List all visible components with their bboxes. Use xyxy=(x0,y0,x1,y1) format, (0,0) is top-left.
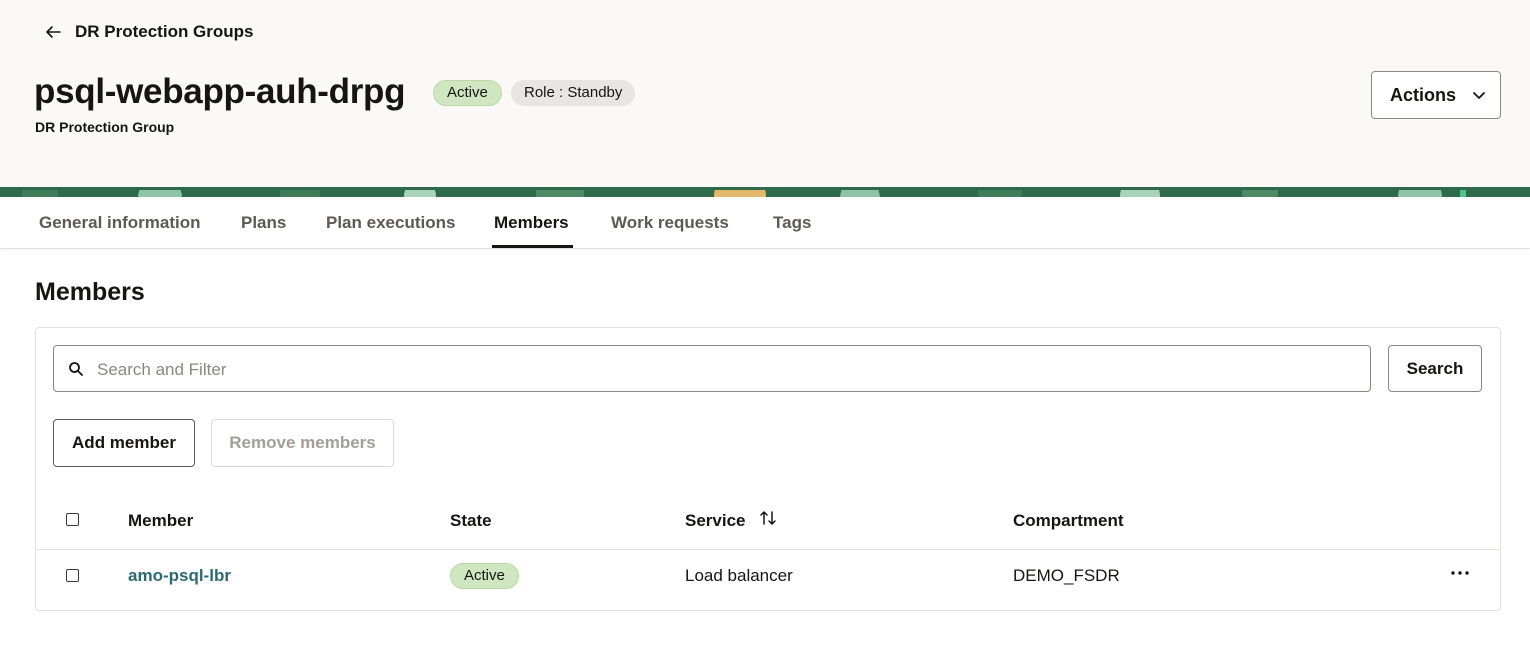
add-member-button[interactable]: Add member xyxy=(53,419,195,467)
state-badge: Active xyxy=(450,563,519,589)
select-all-checkbox[interactable] xyxy=(66,513,79,526)
back-link-label: DR Protection Groups xyxy=(75,22,254,41)
compartment-cell: DEMO_FSDR xyxy=(1013,566,1120,585)
active-tab-indicator xyxy=(492,245,573,248)
sort-icon[interactable] xyxy=(759,509,777,527)
row-checkbox[interactable] xyxy=(66,569,79,582)
tab-bar: General information Plans Plan execution… xyxy=(0,197,1530,249)
page-subtitle: DR Protection Group xyxy=(35,119,175,135)
decorative-banner xyxy=(0,187,1530,197)
tab-tags[interactable]: Tags xyxy=(773,213,811,233)
remove-members-button: Remove members xyxy=(211,419,394,467)
banner-pattern xyxy=(0,187,1530,197)
search-button[interactable]: Search xyxy=(1388,345,1482,392)
tab-plan-executions[interactable]: Plan executions xyxy=(326,213,455,233)
tab-general-information[interactable]: General information xyxy=(39,213,201,233)
search-placeholder: Search and Filter xyxy=(97,360,227,379)
column-header-state: State xyxy=(450,511,492,530)
page-header: DR Protection Groups psql-webapp-auh-drp… xyxy=(0,0,1530,187)
actions-button[interactable]: Actions xyxy=(1371,71,1501,119)
column-header-compartment: Compartment xyxy=(1013,511,1124,530)
search-input[interactable]: Search and Filter xyxy=(53,345,1371,392)
actions-button-label: Actions xyxy=(1390,84,1457,105)
page-title: psql-webapp-auh-drpg xyxy=(34,72,406,111)
table-header-divider xyxy=(36,549,1500,550)
status-badge: Active xyxy=(433,80,502,106)
chevron-down-icon xyxy=(1473,92,1485,99)
column-header-member: Member xyxy=(128,511,194,530)
role-badge: Role : Standby xyxy=(511,80,636,106)
member-name-link[interactable]: amo-psql-lbr xyxy=(128,566,231,586)
arrow-left-icon xyxy=(46,26,61,38)
section-title: Members xyxy=(35,278,145,306)
tab-plans[interactable]: Plans xyxy=(241,213,286,233)
column-header-service[interactable]: Service xyxy=(685,511,746,531)
tab-members[interactable]: Members xyxy=(494,213,569,233)
tab-work-requests[interactable]: Work requests xyxy=(611,213,729,233)
service-cell: Load balancer xyxy=(685,566,793,585)
more-horizontal-icon[interactable] xyxy=(1450,566,1470,580)
search-icon xyxy=(69,362,83,376)
back-link[interactable]: DR Protection Groups xyxy=(44,22,254,42)
